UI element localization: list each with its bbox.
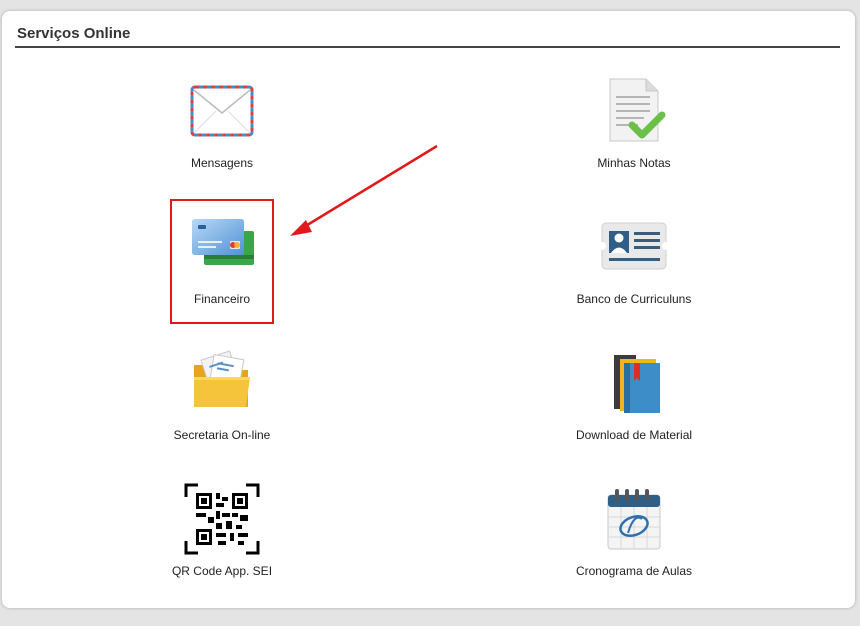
service-financeiro[interactable]: Financeiro [122, 211, 322, 331]
folder-icon [182, 347, 262, 419]
service-download-de-material[interactable]: Download de Material [534, 347, 734, 467]
books-icon [594, 347, 674, 419]
credit-cards-icon [182, 211, 262, 283]
service-cronograma-de-aulas[interactable]: Cronograma de Aulas [534, 483, 734, 603]
service-label: QR Code App. SEI [171, 564, 273, 578]
service-label: Secretaria On-line [173, 428, 271, 442]
title-divider [15, 46, 840, 48]
service-label: Banco de Curriculuns [576, 292, 692, 306]
service-label: Download de Material [575, 428, 693, 442]
service-banco-de-curriculuns[interactable]: Banco de Curriculuns [534, 211, 734, 331]
calendar-icon [594, 483, 674, 555]
bottom-background [0, 612, 860, 626]
service-secretaria-online[interactable]: Secretaria On-line [122, 347, 322, 467]
document-check-icon [594, 75, 674, 147]
service-label: Minhas Notas [597, 156, 671, 170]
envelope-icon [182, 75, 262, 147]
id-card-icon [594, 211, 674, 283]
service-qr-code-app-sei[interactable]: QR Code App. SEI [122, 483, 322, 603]
service-label: Financeiro [193, 292, 251, 306]
service-mensagens[interactable]: Mensagens [122, 75, 322, 195]
panel-title: Serviços Online [17, 25, 131, 42]
qr-code-icon [182, 483, 262, 555]
service-label: Mensagens [190, 156, 254, 170]
service-label: Cronograma de Aulas [575, 564, 693, 578]
service-minhas-notas[interactable]: Minhas Notas [534, 75, 734, 195]
